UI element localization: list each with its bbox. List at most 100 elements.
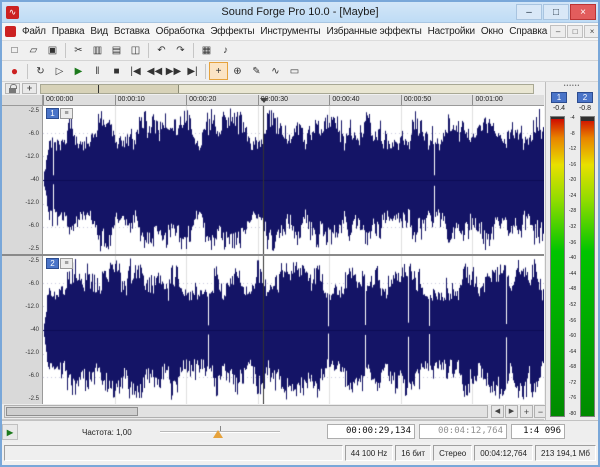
- play-button[interactable]: ▶: [69, 62, 88, 80]
- db-label: -12.0: [25, 200, 39, 206]
- go-to-end-button[interactable]: ▶|: [183, 62, 202, 80]
- meter-scale-label: -76: [568, 395, 577, 402]
- edit-tool-button[interactable]: +: [209, 62, 228, 80]
- save-button[interactable]: ▣: [43, 42, 62, 60]
- db-ruler-2[interactable]: -2.5 -6.0 -12.0 -40 -12.0 -6.0 -2.5: [2, 256, 43, 404]
- overview-bar[interactable]: [40, 84, 534, 94]
- meter-scale-label: -16: [568, 161, 577, 168]
- peak-value-right: -0.8: [578, 105, 592, 112]
- scroll-left-button[interactable]: ◀: [491, 405, 504, 418]
- stop-button[interactable]: ■: [107, 62, 126, 80]
- channel-1-badge[interactable]: 1: [46, 108, 59, 119]
- event-tool-button[interactable]: ▭: [285, 62, 304, 80]
- minimize-button[interactable]: –: [516, 4, 542, 20]
- meter-bar-right[interactable]: [580, 116, 595, 417]
- channel-1-menu-icon[interactable]: ≡: [60, 108, 73, 119]
- meter-scale-label: -72: [568, 379, 577, 386]
- meter-scale-label: -24: [568, 192, 577, 199]
- copy-button[interactable]: ▥: [88, 42, 107, 60]
- go-to-start-button[interactable]: |◀: [126, 62, 145, 80]
- db-ruler-1[interactable]: -2.5 -6.0 -12.0 -40 -12.0 -6.0 -2.5: [2, 106, 43, 254]
- menu-tools[interactable]: Инструменты: [257, 23, 323, 40]
- channel-2-menu-icon[interactable]: ≡: [60, 258, 73, 269]
- monitor-button[interactable]: ▶: [2, 424, 18, 440]
- toolbar-icon: ✂: [74, 45, 83, 56]
- arrow-right-icon: ▶: [508, 407, 515, 415]
- channel-1: -2.5 -6.0 -12.0 -40 -12.0 -6.0 -2.5 1 ≡: [2, 106, 544, 254]
- app-window: ∿ Sound Forge Pro 10.0 - [Maybe] – □ × Фай…: [0, 0, 600, 467]
- redo-button[interactable]: ↷: [171, 42, 190, 60]
- maximize-button[interactable]: □: [543, 4, 569, 20]
- menu-window[interactable]: Окно: [478, 23, 506, 40]
- snap-button[interactable]: +: [22, 83, 37, 94]
- menu-effects[interactable]: Эффекты: [207, 23, 257, 40]
- channel-2-badge[interactable]: 2: [46, 258, 59, 269]
- rate-slider-thumb[interactable]: [212, 430, 223, 438]
- lock-button[interactable]: [5, 83, 20, 94]
- undo-button[interactable]: ↶: [152, 42, 171, 60]
- meter-channel-2-badge[interactable]: 2: [577, 92, 593, 103]
- toolbar-icon: ▱: [29, 45, 38, 56]
- zoom-in-button[interactable]: +: [520, 405, 533, 418]
- mdi-control-icon: –: [555, 26, 561, 36]
- magnify-tool-button[interactable]: ⊕: [228, 62, 247, 80]
- waveform-channel-2[interactable]: [43, 256, 544, 404]
- loop-playback-button[interactable]: ↻: [31, 62, 50, 80]
- ruler-tick-label: 00:00:00: [46, 96, 74, 103]
- status-segment-label: 16 бит: [401, 448, 426, 458]
- menu-favorite-effects[interactable]: Избранные эффекты: [324, 23, 425, 40]
- ruler-tick-label: 00:00:10: [117, 96, 145, 103]
- play-all-button[interactable]: ▷: [50, 62, 69, 80]
- plugin-chainer-button[interactable]: ♪: [216, 42, 235, 60]
- overview-view-region[interactable]: [41, 85, 179, 93]
- zoom-out-icon: −: [537, 406, 544, 417]
- pause-button[interactable]: ‖: [88, 62, 107, 80]
- record-button[interactable]: ●: [5, 62, 24, 80]
- position-readout[interactable]: 00:00:29,134: [327, 424, 415, 439]
- trim-button[interactable]: ◫: [126, 42, 145, 60]
- open-button[interactable]: ▱: [24, 42, 43, 60]
- mdi-restore-button[interactable]: □: [567, 25, 584, 38]
- db-label: -6.0: [28, 373, 39, 379]
- horizontal-scrollbar[interactable]: [4, 405, 488, 418]
- meter-channel-1-badge[interactable]: 1: [551, 92, 567, 103]
- spectrum-button[interactable]: ▦: [197, 42, 216, 60]
- ruler-tick-label: 00:00:50: [403, 96, 432, 103]
- menu-file[interactable]: Файл: [19, 23, 49, 40]
- ruler-tick: 00:00:30: [257, 95, 330, 105]
- meter-grip[interactable]: ••••••: [546, 83, 598, 89]
- menu-process[interactable]: Обработка: [153, 23, 208, 40]
- forward-button[interactable]: ▶▶: [164, 62, 183, 80]
- rate-slider[interactable]: [160, 424, 280, 440]
- toolbar-icon: ♪: [223, 45, 228, 56]
- meter-scale-label: -40: [568, 255, 577, 262]
- meter-bar-left[interactable]: [550, 116, 565, 417]
- status-bit-depth: 16 бит: [395, 445, 432, 461]
- cut-button[interactable]: ✂: [69, 42, 88, 60]
- waveform-channel-1[interactable]: [43, 106, 544, 254]
- db-label: -6.0: [28, 223, 39, 229]
- paste-button[interactable]: ▤: [107, 42, 126, 60]
- scrollbar-thumb[interactable]: [6, 407, 138, 416]
- new-file-button[interactable]: □: [5, 42, 24, 60]
- scroll-right-button[interactable]: ▶: [505, 405, 518, 418]
- menu-options[interactable]: Настройки: [425, 23, 478, 40]
- toolbar-separator: [148, 43, 149, 58]
- length-readout[interactable]: 00:04:12,764: [419, 424, 507, 439]
- time-ruler[interactable]: 00:00:00 00:00:10 00:00:20 00:00:30 00:00:40…: [43, 95, 544, 106]
- menu-insert[interactable]: Вставка: [111, 23, 153, 40]
- menu-view[interactable]: Вид: [87, 23, 111, 40]
- menu-edit[interactable]: Правка: [49, 23, 88, 40]
- zoom-ratio-readout[interactable]: 1:4 096: [511, 424, 565, 439]
- toolbar-icon: ▦: [201, 45, 212, 56]
- pencil-tool-button[interactable]: ✎: [247, 62, 266, 80]
- mdi-close-button[interactable]: ×: [584, 25, 598, 38]
- mdi-minimize-button[interactable]: –: [550, 25, 567, 38]
- envelope-tool-button[interactable]: ∿: [266, 62, 285, 80]
- close-button[interactable]: ×: [570, 4, 596, 20]
- rewind-button[interactable]: ◀◀: [145, 62, 164, 80]
- tool-icon: ▭: [289, 65, 300, 77]
- menu-help[interactable]: Справка: [506, 23, 550, 40]
- status-segment-label: 44 100 Hz: [350, 448, 388, 458]
- cursor-marker-icon[interactable]: [260, 98, 269, 103]
